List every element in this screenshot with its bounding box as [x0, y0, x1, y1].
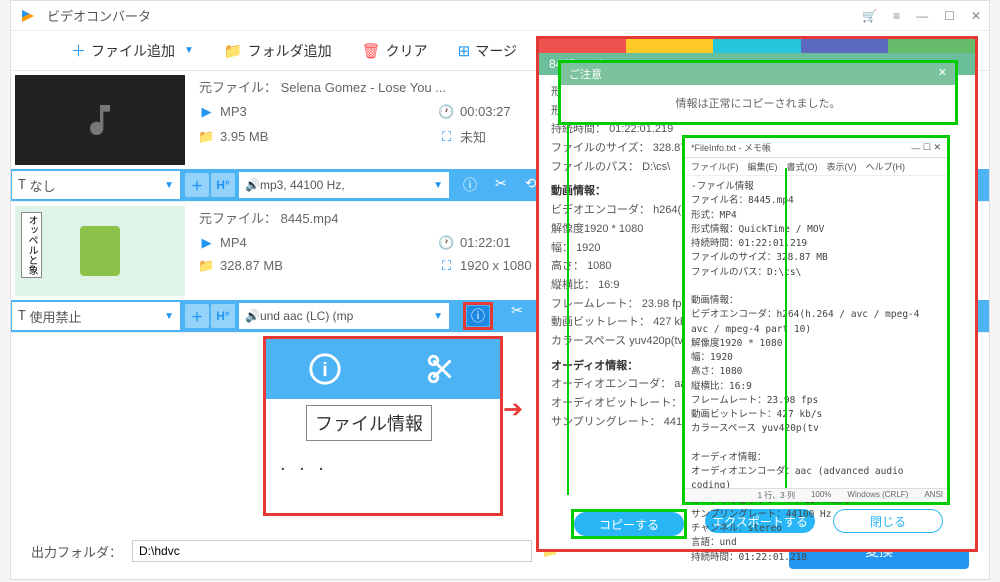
app-title: ビデオコンバータ	[47, 6, 862, 25]
format-icon: ▶	[199, 235, 214, 250]
toast-body: 情報は正常にコピーされました。	[561, 85, 955, 121]
rotate-button[interactable]: ⟲	[525, 175, 537, 195]
app-logo-icon	[19, 7, 37, 25]
svg-text:i: i	[322, 359, 328, 381]
copy-button[interactable]: コピーする	[574, 512, 684, 536]
callout-panel: i ファイル情報 . . .	[263, 336, 503, 516]
format-icon: ▶	[199, 104, 214, 119]
notepad-body[interactable]: -ファイル情報 ファイル名：8445.mp4 形式：MP4 形式情報：Quick…	[685, 176, 947, 569]
resolution-icon: ⛶	[439, 129, 454, 144]
folder-icon: 📁	[199, 258, 214, 273]
notepad-menubar: ファイル(F) 編集(E) 書式(O) 表示(V) ヘルプ(H)	[685, 158, 947, 176]
add-folder-button[interactable]: 📁フォルダ追加	[224, 41, 332, 61]
notepad-window: *FileInfo.txt - メモ帳 — ☐ ✕ ファイル(F) 編集(E) …	[682, 135, 950, 505]
toast-dialog: ご注意 ✕ 情報は正常にコピーされました。	[558, 60, 958, 125]
audio-track-select[interactable]: 🔊 mp3, 44100 Hz, ▼	[239, 172, 449, 198]
add-sub-button[interactable]: ＋	[185, 173, 209, 197]
hw-button[interactable]: H°	[211, 304, 235, 328]
tooltip: ファイル情報	[306, 405, 432, 441]
close-icon[interactable]: ✕	[933, 142, 941, 153]
resolution-icon: ⛶	[439, 258, 454, 273]
info-icon: i	[308, 352, 342, 386]
close-icon[interactable]: ✕	[971, 9, 981, 23]
annotation-arrow-icon: ➔	[503, 395, 523, 424]
menu-help[interactable]: ヘルプ(H)	[866, 160, 906, 173]
clear-button[interactable]: 🗑クリア	[362, 41, 428, 61]
merge-button[interactable]: ⊞マージ	[458, 41, 517, 61]
subtitle-select[interactable]: T 使用禁止▼	[11, 301, 181, 331]
annotation-arrow-icon	[785, 168, 787, 498]
maximize-icon[interactable]: ☐	[923, 142, 931, 153]
subtitle-select[interactable]: T なし▼	[11, 170, 181, 200]
info-button[interactable]: ⓘ	[467, 306, 489, 326]
clock-icon: 🕐	[439, 104, 454, 119]
audio-track-select[interactable]: 🔊 und aac (LC) (mp ▼	[239, 303, 449, 329]
add-sub-button[interactable]: ＋	[185, 304, 209, 328]
notepad-statusbar: 1 行、3 列 100% Windows (CRLF) ANSI	[685, 488, 947, 502]
info-button[interactable]: ⓘ	[463, 175, 477, 195]
output-folder-label: 出力フォルダ：	[31, 542, 122, 561]
menu-format[interactable]: 書式(O)	[787, 160, 818, 173]
cart-icon[interactable]: 🛒	[862, 9, 877, 23]
folder-icon: 📁	[199, 129, 214, 144]
callout-dots: . . .	[266, 453, 500, 476]
menu-icon[interactable]: ≡	[893, 9, 900, 23]
window-controls: 🛒 ≡ — ☐ ✕	[862, 9, 981, 23]
menu-edit[interactable]: 編集(E)	[748, 160, 778, 173]
music-note-icon	[80, 100, 120, 140]
output-folder-input[interactable]	[132, 540, 532, 562]
scissors-icon	[425, 352, 459, 386]
maximize-icon[interactable]: ☐	[944, 9, 955, 23]
thumbnail[interactable]: オッペルと象	[15, 206, 185, 296]
cut-button[interactable]: ✂	[511, 302, 523, 330]
thumbnail[interactable]	[15, 75, 185, 165]
toast-title: ご注意	[569, 66, 602, 82]
titlebar: ビデオコンバータ 🛒 ≡ — ☐ ✕	[11, 1, 989, 31]
thumb-label: オッペルと象	[21, 212, 42, 278]
annotation-arrow-icon	[567, 75, 569, 495]
toast-close-icon[interactable]: ✕	[938, 66, 947, 82]
add-file-button[interactable]: ＋ファイル追加▼	[71, 40, 194, 61]
minimize-icon[interactable]: —	[916, 9, 928, 23]
cut-button[interactable]: ✂	[495, 175, 507, 195]
notepad-titlebar: *FileInfo.txt - メモ帳 — ☐ ✕	[685, 138, 947, 158]
minimize-icon[interactable]: —	[911, 143, 920, 153]
clock-icon: 🕐	[439, 235, 454, 250]
menu-file[interactable]: ファイル(F)	[691, 160, 739, 173]
hw-button[interactable]: H°	[211, 173, 235, 197]
menu-view[interactable]: 表示(V)	[827, 160, 857, 173]
